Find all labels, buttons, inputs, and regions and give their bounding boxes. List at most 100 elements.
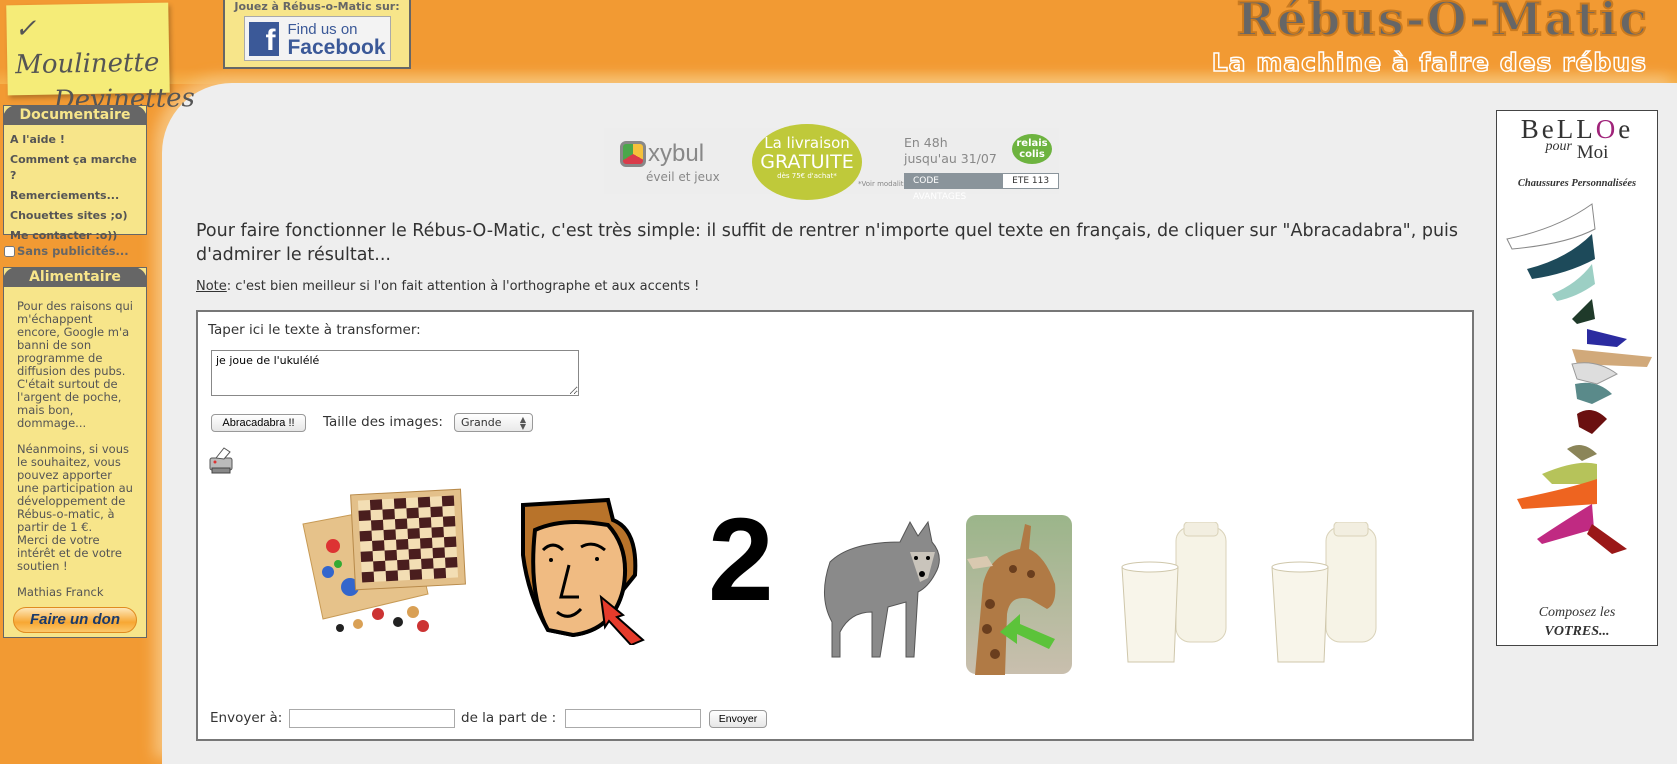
chessboard-square [421,558,434,570]
donate-button[interactable]: Faire un don [13,607,137,633]
chessboard-square [394,518,408,530]
ad-subtitle: Chaussures Personnalisées [1517,178,1637,189]
belloe-ad[interactable]: BeLLOe pour Moi Chaussures Personnalisée… [1496,110,1658,646]
chessboard-square [408,548,422,560]
promo-code-value: ETE 113 [1002,173,1059,189]
delivery-line1: En 48h [904,135,948,150]
link-how-it-works[interactable]: Comment ça marche ? [10,152,146,184]
oxybul-ad-banner[interactable]: xybul éveil et jeux La livraison GRATUIT… [604,124,1059,202]
note-label: Note [196,279,227,294]
chessboard-square [433,567,447,579]
badge-line1: La livraison [764,134,850,152]
text-input-label: Taper ici le texte à transformer: [208,322,421,338]
chessboard-square [384,549,398,561]
chessboard-square [432,547,446,559]
no-ads-checkbox[interactable] [4,245,15,257]
oxybul-tagline: éveil et jeux [646,170,720,184]
rebus-number-2: 2 [708,494,774,626]
documentaire-panel: Documentaire A l'aide ! Comment ça march… [3,105,147,242]
ad-moi: Moi [1576,142,1609,163]
facebook-icon: f [248,21,280,57]
ad-pour: pour [1545,139,1572,154]
chessboard-square [441,495,455,507]
text-to-transform-input[interactable]: je joue de l'ukulélé [211,350,579,396]
chessboard-square [361,571,375,583]
shoes-stack-image [1506,203,1652,554]
documentaire-title: Documentaire [3,105,147,125]
link-contact[interactable]: Me contacter :o)) [10,228,146,244]
chessboard-square [396,539,409,550]
delivery-line2: jusqu'au 31/07 [904,151,997,166]
link-thanks[interactable]: Remerciements... [10,188,146,204]
facebook-button[interactable]: f Find us on Facebook [243,16,391,61]
face-cheek-image [521,497,645,645]
promo-code: CODE AVANTAGES ETE 113 [904,173,1059,202]
badge-line2: GRATUITE [760,151,854,173]
chessboard-square [372,540,385,552]
free-delivery-badge: La livraison GRATUITE dès 75€ d'achat* [752,124,862,200]
site-logo-note[interactable]: ✓ Moulinette Devinettes [6,2,195,116]
chessboard-square [370,519,384,531]
send-button[interactable]: Envoyer [709,710,767,728]
chessboard-square [406,507,419,519]
promo-code-label: CODE AVANTAGES [904,173,1003,202]
send-to-input[interactable] [289,709,455,728]
link-help[interactable]: A l'aide ! [10,132,146,148]
alimentaire-title: Alimentaire [3,267,147,287]
board-games-image [302,488,466,632]
site-subtitle: La machine à faire des rébus [1211,47,1647,78]
delivery-info: En 48h jusqu'au 31/07 [904,135,997,167]
image-size-label: Taille des images: [323,414,443,430]
logo-line-1: Moulinette [15,47,160,81]
ad-cta-line1: Composez les [1538,605,1616,620]
site-title[interactable]: Rébus-O-Matic [1236,0,1649,47]
giraffe-neck-image [966,515,1072,675]
oxybul-logo: xybul [620,140,704,168]
intro-text: Pour faire fonctionner le Rébus-O-Matic,… [196,221,1459,265]
note-text: : c'est bien meilleur si l'on fait atten… [226,279,700,294]
select-arrows-icon: ▲ ▼ [519,415,526,431]
chessboard-square [417,496,431,508]
milk-image [1121,522,1227,663]
chessboard-square [407,528,420,539]
from-input[interactable] [565,709,701,728]
no-ads-option[interactable]: Sans publicités... [4,244,129,258]
chessboard-square [397,559,410,571]
cube-icon [620,141,646,167]
from-label: de la part de : [461,710,557,726]
ad-cta-line2: VOTRES... [1544,624,1610,639]
chessboard-square [382,508,395,520]
rebus-form: Taper ici le texte à transformer: je jou… [196,310,1474,741]
alimentaire-panel: Alimentaire Pour des raisons qui m'échap… [3,267,147,638]
send-to-label: Envoyer à: [210,710,283,726]
badge-line3: dès 75€ d'achat* [777,172,837,180]
chessboard-square [359,530,373,542]
image-size-value: Grande [461,416,502,429]
chessboard-square [442,516,456,527]
link-cool-sites[interactable]: Chouettes sites ;o) [10,208,146,224]
chessboard-square [431,526,444,538]
chessboard-square [373,560,386,572]
milk-image [1271,522,1377,663]
chessboard-square [358,510,371,522]
relais-line2: colis [1019,149,1045,160]
chessboard-square [409,569,423,580]
relais-line1: relais [1016,138,1048,149]
oxybul-brand: xybul [648,140,705,167]
check-icon: ✓ [14,13,37,45]
abracadabra-button[interactable]: Abracadabra !! [211,414,306,432]
chessboard-square [360,551,374,562]
relais-colis-logo: relais colis [1012,134,1052,164]
image-size-select[interactable]: Grande ▲ ▼ [454,413,533,432]
facebook-panel: Jouez à Rébus-o-Matic sur: f Find us on F… [223,0,411,69]
printer-icon[interactable] [208,446,234,476]
chessboard-square [369,499,383,511]
chessboard-square [443,536,457,548]
chessboard-square [383,529,397,541]
chessboard-square [419,537,433,549]
chessboard-square [418,517,432,529]
facebook-button-line2: Facebook [287,35,386,59]
wolf-image [824,520,940,658]
chessboard-square [385,570,399,582]
no-ads-label: Sans publicités... [17,244,129,258]
